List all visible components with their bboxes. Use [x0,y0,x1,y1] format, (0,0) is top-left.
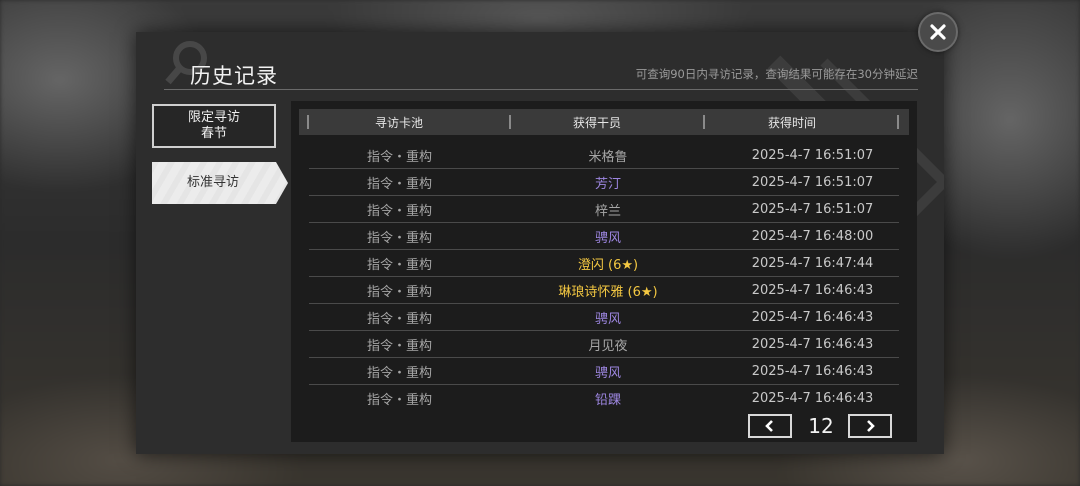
title-divider [164,89,918,90]
tab-limited-headhunting[interactable]: 限定寻访 春节 [152,104,276,148]
cell-time: 2025-4-7 16:46:43 [751,363,874,379]
chevron-right-icon [867,420,875,432]
tab-standard-headhunting[interactable]: 标准寻访 [152,162,288,204]
history-table: 寻访卡池 获得干员 获得时间 指令・重构 米格鲁 2025-4-7 16:51:… [291,101,917,442]
table-body: 指令・重构 米格鲁 2025-4-7 16:51:07 指令・重构 芳汀 202… [309,142,899,411]
table-row: 指令・重构 骋风 2025-4-7 16:46:43 [309,358,899,385]
query-limit-note: 可查询90日内寻访记录，查询结果可能存在30分钟延迟 [635,67,918,81]
cell-operator: 琳琅诗怀雅 (6★) [558,284,658,300]
cell-time: 2025-4-7 16:46:43 [751,309,874,325]
cell-operator: 梓兰 [594,203,621,219]
tab-limited-label: 限定寻访 [187,110,240,125]
cell-pool: 指令・重构 [366,338,432,354]
table-row: 指令・重构 澄闪 (6★) 2025-4-7 16:47:44 [309,250,899,277]
table-row: 指令・重构 芳汀 2025-4-7 16:51:07 [309,169,899,196]
page-title: 历史记录 [190,64,278,88]
prev-page-button[interactable] [748,414,792,438]
table-row: 指令・重构 铅踝 2025-4-7 16:46:43 [309,385,899,411]
cell-operator: 月见夜 [588,338,628,354]
table-row: 指令・重构 骋风 2025-4-7 16:48:00 [309,223,899,250]
cell-operator: 米格鲁 [588,149,628,165]
table-row: 指令・重构 骋风 2025-4-7 16:46:43 [309,304,899,331]
cell-time: 2025-4-7 16:47:44 [751,255,874,271]
cell-time: 2025-4-7 16:51:07 [751,147,874,163]
cell-pool: 指令・重构 [366,284,432,300]
column-header-pool: 寻访卡池 [374,115,423,130]
tab-limited-sublabel: 春节 [200,126,227,141]
chevron-left-icon [765,420,773,432]
cell-pool: 指令・重构 [366,176,432,192]
close-icon [930,24,946,40]
cell-time: 2025-4-7 16:46:43 [751,282,874,298]
cell-operator: 骋风 [594,311,621,327]
table-row: 指令・重构 梓兰 2025-4-7 16:51:07 [309,196,899,223]
column-header-operator: 获得干员 [572,115,621,130]
table-row: 指令・重构 月见夜 2025-4-7 16:46:43 [309,331,899,358]
cell-pool: 指令・重构 [366,203,432,219]
table-row: 指令・重构 米格鲁 2025-4-7 16:51:07 [309,142,899,169]
cell-pool: 指令・重构 [366,149,432,165]
page-number: 12 [808,414,834,438]
cell-pool: 指令・重构 [366,257,432,273]
cell-operator: 澄闪 (6★) [577,257,639,273]
table-header: 寻访卡池 获得干员 获得时间 [299,109,909,135]
cell-operator: 铅踝 [594,392,621,408]
cell-operator: 芳汀 [594,176,621,192]
cell-pool: 指令・重构 [366,392,432,408]
cell-pool: 指令・重构 [366,365,432,381]
cell-time: 2025-4-7 16:46:43 [751,390,874,406]
cell-operator: 骋风 [594,365,621,381]
pagination: 12 [748,414,894,440]
cell-pool: 指令・重构 [366,311,432,327]
next-page-button[interactable] [848,414,892,438]
cell-pool: 指令・重构 [366,230,432,246]
cell-time: 2025-4-7 16:51:07 [751,201,874,217]
history-panel: 历史记录 可查询90日内寻访记录，查询结果可能存在30分钟延迟 限定寻访 春节 … [136,32,944,454]
cell-time: 2025-4-7 16:46:43 [751,336,874,352]
cell-time: 2025-4-7 16:51:07 [751,174,874,190]
table-row: 指令・重构 琳琅诗怀雅 (6★) 2025-4-7 16:46:43 [309,277,899,304]
header-separator [897,115,899,129]
cell-operator: 骋风 [594,230,621,246]
tab-standard-label: 标准寻访 [186,175,239,190]
cell-time: 2025-4-7 16:48:00 [751,228,874,244]
column-header-time: 获得时间 [767,115,816,130]
close-button[interactable] [918,12,958,52]
